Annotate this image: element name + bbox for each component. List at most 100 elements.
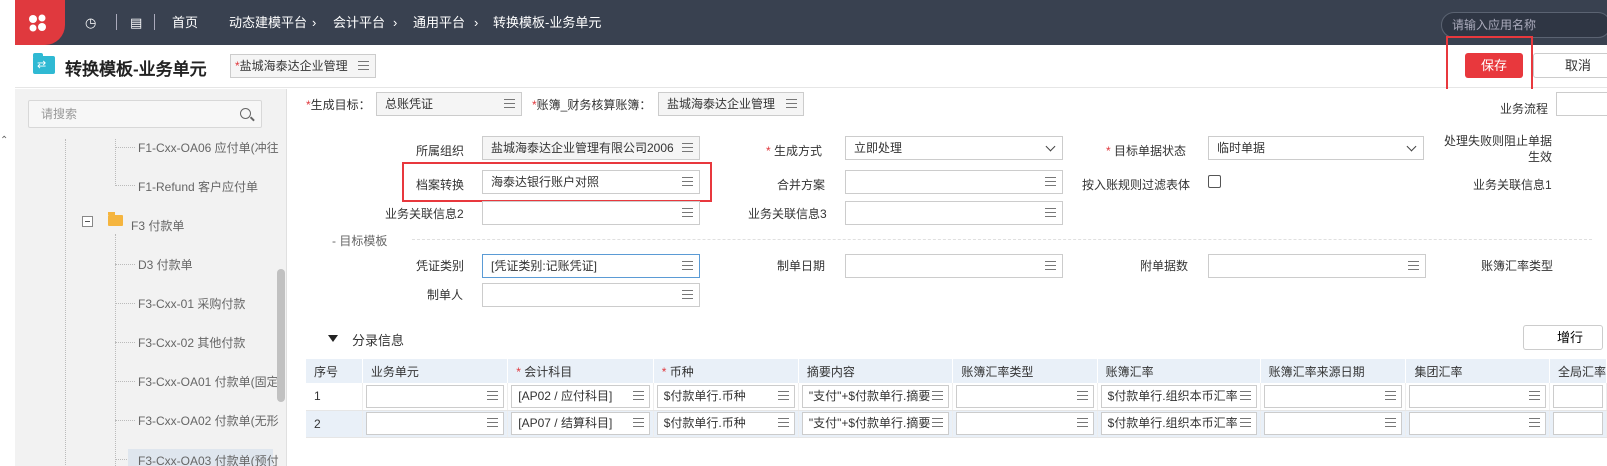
tree-search-input[interactable]: 请搜索 xyxy=(28,100,262,128)
list-icon[interactable] xyxy=(1528,390,1540,401)
list-icon[interactable] xyxy=(358,61,369,71)
rate-source-date-cell[interactable] xyxy=(1263,412,1403,435)
cancel-button[interactable]: 取消 xyxy=(1533,53,1607,78)
table-row[interactable]: 1 [AP02 / 应付科目] $付款单行.币种 "支付"+$付款单行.摘要 $… xyxy=(306,383,1607,411)
list-icon[interactable] xyxy=(1239,390,1251,401)
org-reference-field[interactable]: *盐城海泰达企业管理 xyxy=(230,54,376,78)
clock-icon[interactable]: ◷ xyxy=(85,15,96,31)
list-icon[interactable] xyxy=(777,418,789,428)
list-icon[interactable] xyxy=(504,99,515,109)
tree-item[interactable]: F1-Refund 客户应付单 xyxy=(138,178,258,195)
collapse-icon[interactable] xyxy=(82,216,93,227)
column-header: * 币种 xyxy=(653,359,799,383)
list-icon[interactable] xyxy=(1076,418,1088,428)
chevron-down-icon xyxy=(1406,141,1417,152)
list-icon[interactable] xyxy=(1385,418,1397,428)
folder-icon xyxy=(108,212,123,226)
column-header: 全局汇率 xyxy=(1549,359,1607,383)
gen-mode-select[interactable]: 立即处理 xyxy=(845,136,1063,160)
biz-info2-field[interactable] xyxy=(482,201,700,225)
account-cell[interactable]: [AP02 / 应付科目] xyxy=(511,384,650,408)
tree-guide-line xyxy=(115,381,135,382)
tree-item[interactable]: F3-Cxx-OA02 付款单(无形 xyxy=(138,412,279,429)
breadcrumb-general[interactable]: 通用平台 xyxy=(413,15,465,31)
list-icon[interactable] xyxy=(1408,261,1419,271)
list-icon[interactable] xyxy=(1385,390,1397,401)
global-rate-cell[interactable] xyxy=(1552,384,1603,408)
list-icon[interactable] xyxy=(932,390,944,401)
list-icon[interactable] xyxy=(786,99,797,109)
ledger-rate-cell[interactable]: $付款单行.组织本币汇率 xyxy=(1100,412,1257,435)
ledger-field[interactable]: 盐城海泰达企业管理 xyxy=(658,92,804,116)
list-icon[interactable] xyxy=(682,261,693,271)
tree-item[interactable]: F3-Cxx-01 采购付款 xyxy=(138,295,245,312)
biz-flow-field[interactable] xyxy=(1556,92,1607,116)
breadcrumb-home[interactable]: 首页 xyxy=(172,15,198,31)
group-rate-cell[interactable] xyxy=(1409,384,1546,408)
account-cell[interactable]: [AP07 / 结算科目] xyxy=(511,412,650,435)
attach-count-label: 附单据数 xyxy=(1140,259,1189,273)
target-status-select[interactable]: 临时单据 xyxy=(1208,136,1424,160)
tree-item[interactable]: F1-Cxx-OA06 应付单(冲往 xyxy=(138,139,279,156)
biz-unit-cell[interactable] xyxy=(365,384,505,408)
tree-folder-label[interactable]: F3 付款单 xyxy=(131,217,184,234)
currency-cell[interactable]: $付款单行.币种 xyxy=(656,412,795,435)
search-icon[interactable] xyxy=(240,108,251,119)
attach-count-field[interactable] xyxy=(1208,254,1426,278)
global-rate-cell[interactable] xyxy=(1552,412,1603,435)
app-search-input[interactable]: 请输入应用名称 xyxy=(1441,12,1607,38)
list-icon[interactable] xyxy=(1045,177,1056,187)
tree-item[interactable]: F3-Cxx-02 其他付款 xyxy=(138,334,245,351)
list-icon[interactable] xyxy=(487,390,499,401)
list-icon[interactable] xyxy=(682,290,693,300)
tree-item-selected[interactable]: F3-Cxx-OA03 付款单(预付 xyxy=(128,449,279,466)
column-header: 账簿汇率类型 xyxy=(952,359,1098,383)
list-icon[interactable] xyxy=(632,390,644,401)
summary-cell[interactable]: "支付"+$付款单行.摘要 xyxy=(801,384,950,408)
tree-item[interactable]: F3-Cxx-OA01 付款单(固定 xyxy=(138,373,279,390)
biz-flow-label: 业务流程 xyxy=(1500,102,1549,116)
list-icon[interactable] xyxy=(1239,418,1251,428)
highlight-box-archive xyxy=(402,162,712,202)
breadcrumb-current[interactable]: 转换模板-业务单元 xyxy=(493,15,601,31)
maker-field[interactable] xyxy=(482,283,700,307)
row-index: 1 xyxy=(306,383,363,411)
entries-table: 序号 业务单元 * 会计科目 * 币种 摘要内容 账簿汇率类型 账簿汇率 账簿汇… xyxy=(306,359,1607,438)
table-row-selected[interactable]: 2 [AP07 / 结算科目] $付款单行.币种 "支付"+$付款单行.摘要 $… xyxy=(306,410,1607,438)
list-icon[interactable] xyxy=(1528,418,1540,428)
list-icon[interactable] xyxy=(777,390,789,401)
app-logo[interactable] xyxy=(15,0,65,45)
chevron-left-icon[interactable]: ⌃ xyxy=(0,135,8,146)
tree-item[interactable]: D3 付款单 xyxy=(138,256,193,273)
filter-checkbox[interactable] xyxy=(1208,175,1221,188)
sidebar-scrollbar[interactable] xyxy=(277,269,285,402)
ledger-rate-type-label: 账簿汇率类型 xyxy=(1481,259,1554,273)
document-icon[interactable]: ▤ xyxy=(130,15,142,31)
list-icon[interactable] xyxy=(487,418,499,428)
caret-down-icon[interactable] xyxy=(328,335,338,342)
make-date-field[interactable] xyxy=(845,254,1063,278)
merge-field[interactable] xyxy=(845,170,1063,194)
currency-cell[interactable]: $付款单行.币种 xyxy=(656,384,795,408)
ledger-rate-cell[interactable]: $付款单行.组织本币汇率 xyxy=(1100,384,1257,408)
list-icon[interactable] xyxy=(932,418,944,428)
rate-source-date-cell[interactable] xyxy=(1263,384,1403,408)
list-icon[interactable] xyxy=(1045,261,1056,271)
breadcrumb-accounting[interactable]: 会计平台 xyxy=(333,15,385,31)
group-rate-cell[interactable] xyxy=(1409,412,1546,435)
ledger-rate-type-cell[interactable] xyxy=(956,412,1094,435)
list-icon[interactable] xyxy=(682,143,693,153)
biz-unit-cell[interactable] xyxy=(365,412,505,435)
org-field[interactable]: 盐城海泰达企业管理有限公司2006 xyxy=(482,136,700,160)
list-icon[interactable] xyxy=(1045,208,1056,218)
voucher-type-field[interactable]: [凭证类别:记账凭证] xyxy=(482,254,700,278)
summary-cell[interactable]: "支付"+$付款单行.摘要 xyxy=(801,412,950,435)
list-icon[interactable] xyxy=(632,418,644,428)
list-icon[interactable] xyxy=(682,208,693,218)
gen-target-field[interactable]: 总账凭证 xyxy=(376,92,522,116)
biz-info3-field[interactable] xyxy=(845,201,1063,225)
breadcrumb-modeling[interactable]: 动态建模平台 xyxy=(229,15,307,31)
list-icon[interactable] xyxy=(1076,390,1088,401)
add-row-button[interactable]: 增行 xyxy=(1523,325,1603,350)
ledger-rate-type-cell[interactable] xyxy=(956,384,1094,408)
